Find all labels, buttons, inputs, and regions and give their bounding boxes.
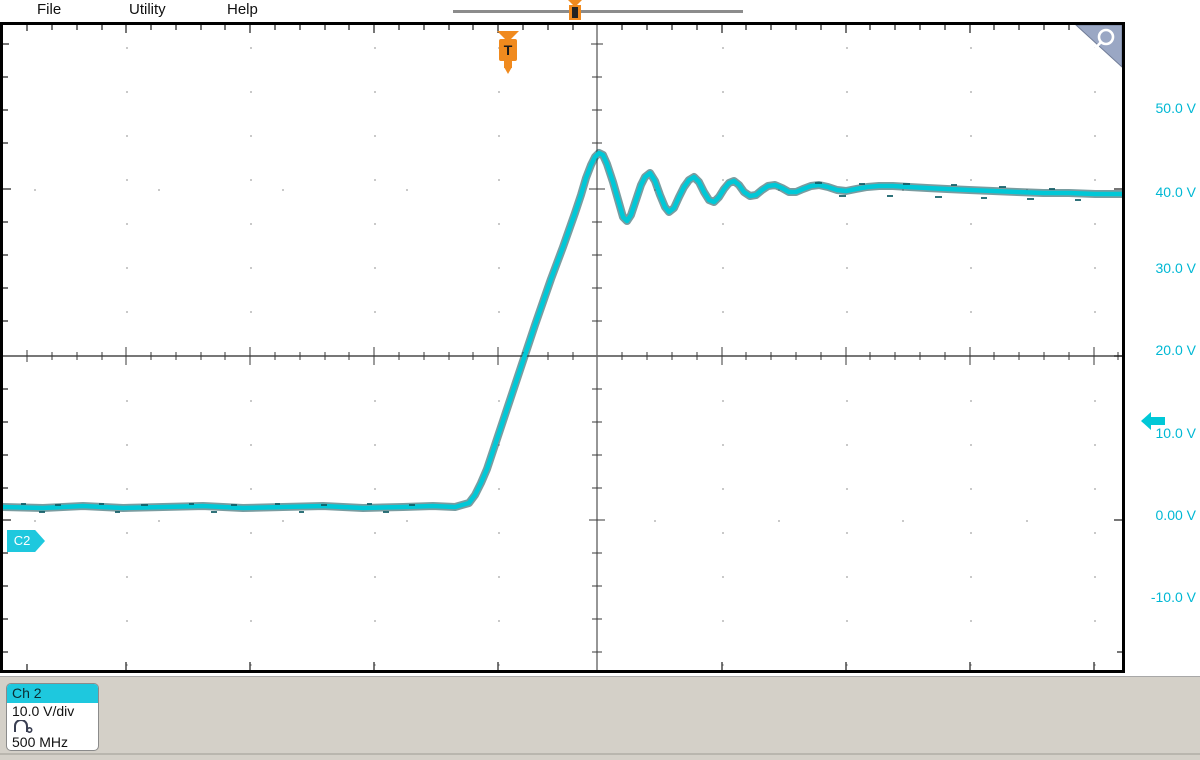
magnifier-icon — [1074, 24, 1123, 69]
waveform-trace — [3, 150, 1122, 511]
vscale-label-10v: 10.0 V — [1155, 425, 1196, 441]
bottom-control-bar: Ch 2 10.0 V/div 500 MHz 1 3 4 — [0, 676, 1200, 760]
vscale-label-0v: 0.00 V — [1155, 507, 1196, 523]
horizontal-position-track[interactable] — [453, 10, 743, 13]
vscale-label-40v: 40.0 V — [1155, 184, 1196, 200]
menu-item-file[interactable]: File — [33, 0, 65, 22]
menu-item-utility[interactable]: Utility — [125, 0, 170, 22]
trigger-marker-box: T — [499, 39, 517, 61]
graticule-grid — [3, 25, 1122, 670]
vscale-label-30v: 30.0 V — [1155, 260, 1196, 276]
channel-2-settings-badge[interactable]: Ch 2 10.0 V/div 500 MHz — [6, 683, 99, 751]
zoom-corner-widget[interactable] — [1074, 24, 1123, 69]
horizontal-position-grip-icon — [569, 5, 581, 20]
dc-coupling-icon — [14, 719, 33, 734]
vscale-label-20v: 20.0 V — [1155, 342, 1196, 358]
vertical-scale-labels: 50.0 V 40.0 V 30.0 V 20.0 V 10.0 V 0.00 … — [1128, 22, 1200, 673]
horizontal-position-handle[interactable] — [566, 0, 584, 22]
channel-2-bandwidth: 500 MHz — [12, 734, 69, 750]
channel-2-reference-marker[interactable]: C2 — [7, 530, 45, 552]
channel-2-vertical-scale: 10.0 V/div — [12, 703, 75, 719]
vscale-label-50v: 50.0 V — [1155, 100, 1196, 116]
trigger-marker-label: T — [503, 42, 513, 58]
channel-2-coupling — [7, 719, 98, 734]
trigger-marker-point-icon — [504, 67, 512, 74]
waveform-graticule[interactable]: T C2 — [0, 22, 1125, 673]
channel-2-name: Ch 2 — [7, 684, 98, 703]
vscale-label-neg10v: -10.0 V — [1150, 589, 1196, 605]
waveform-trace-outline — [3, 149, 1122, 512]
oscilloscope-screen: File Utility Help T C2 50.0 V 40.0 V 30.… — [0, 0, 1200, 760]
trigger-position-marker[interactable]: T — [497, 31, 519, 79]
channel-2-marker-label: C2 — [13, 533, 31, 548]
menu-item-help[interactable]: Help — [223, 0, 262, 22]
